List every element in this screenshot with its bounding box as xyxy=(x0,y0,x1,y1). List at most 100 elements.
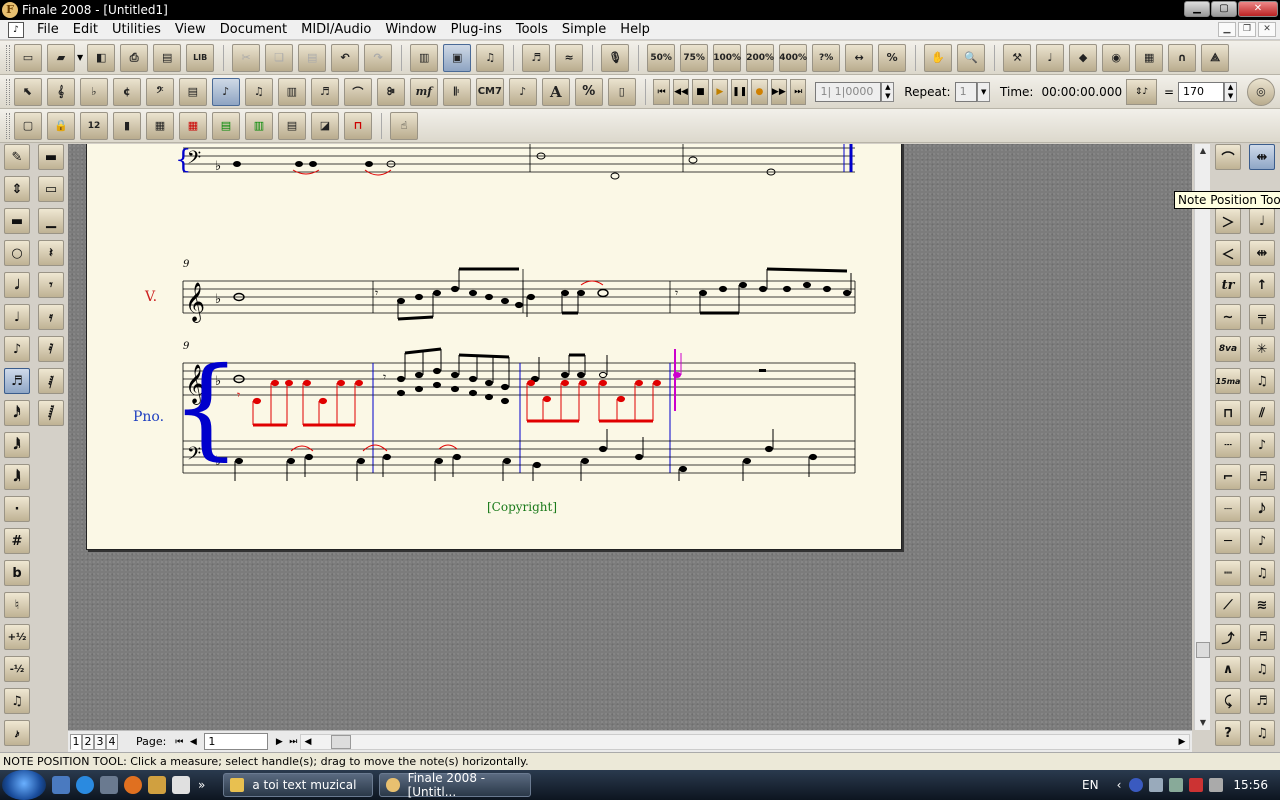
power-icon[interactable] xyxy=(1169,778,1184,792)
metronome-icon[interactable]: ⟁ xyxy=(1201,43,1230,72)
rewind-icon[interactable]: ◀◀ xyxy=(672,78,690,105)
repeat-dropdown-icon[interactable]: ▼ xyxy=(977,81,991,102)
measure-bracket-icon[interactable]: ⊓ xyxy=(344,111,372,140)
copy-icon[interactable]: ❏ xyxy=(265,43,294,72)
toolbar-grip[interactable] xyxy=(6,44,10,71)
menu-help[interactable]: Help xyxy=(613,22,657,37)
show-desktop-icon[interactable] xyxy=(52,776,70,794)
glissando-icon[interactable]: ⟋ xyxy=(1215,592,1241,618)
articulation-tool-icon[interactable]: ꔭ xyxy=(376,77,405,106)
sixty-fourth-rest-icon[interactable]: 𝅁 xyxy=(38,368,64,394)
forward-end-icon[interactable]: ⏭ xyxy=(790,78,807,105)
scroll-up-icon[interactable]: ▲ xyxy=(1195,144,1211,158)
fit-width-icon[interactable]: ↔ xyxy=(845,43,874,72)
open-dropdown-icon[interactable]: ▼ xyxy=(77,53,83,62)
finale-quicklaunch-icon[interactable] xyxy=(148,776,166,794)
text-tool-button[interactable]: A xyxy=(541,77,570,106)
play-icon[interactable]: ▶ xyxy=(711,78,729,105)
page-view-icon[interactable]: ▣ xyxy=(443,43,472,72)
menu-document[interactable]: Document xyxy=(213,22,294,37)
taskbar-folder-item[interactable]: a toi text muzical xyxy=(223,773,374,797)
note-position-tool-icon[interactable]: ⇹ xyxy=(1249,144,1275,170)
staff-grid-icon[interactable]: ▦ xyxy=(1135,43,1164,72)
piano-staff-label[interactable]: Pno. xyxy=(133,409,164,425)
half-rest-icon[interactable]: ▭ xyxy=(38,176,64,202)
zoom-400-button[interactable]: 400% xyxy=(779,43,808,72)
grid-icon[interactable]: ▦ xyxy=(146,111,174,140)
taskbar-finale-item[interactable]: Finale 2008 - [Untitl... xyxy=(379,771,532,799)
microphone-icon[interactable]: 🎙 xyxy=(601,43,630,72)
counter-spinner[interactable]: ▲ ▼ xyxy=(881,81,895,102)
red-grid-icon[interactable]: ▦ xyxy=(179,111,207,140)
eighth-rest-icon[interactable]: 𝄾 xyxy=(38,272,64,298)
firefox-icon[interactable] xyxy=(124,776,142,794)
zoom-50-button[interactable]: 50% xyxy=(647,43,676,72)
menu-view[interactable]: View xyxy=(168,22,213,37)
studio-view-icon[interactable]: ♫ xyxy=(476,43,505,72)
whole-note-icon[interactable]: ○ xyxy=(4,240,30,266)
dashed-line-icon[interactable]: ┈ xyxy=(1215,496,1241,522)
horizontal-scroll-thumb[interactable] xyxy=(331,735,351,749)
tempo-input[interactable]: 170 xyxy=(1178,81,1225,102)
display-icon[interactable] xyxy=(1209,778,1224,792)
bend-hat-icon[interactable]: ⤴ xyxy=(1215,624,1241,650)
natural-button[interactable]: ♮ xyxy=(4,592,30,618)
next-page-icon[interactable]: ▶ xyxy=(272,734,286,750)
new-document-icon[interactable]: ▭ xyxy=(14,43,42,72)
sixteenth-rest-icon[interactable]: 𝄿 xyxy=(38,304,64,330)
accidental-mover-icon[interactable]: ♩ xyxy=(1249,208,1275,234)
close-button[interactable]: ✕ xyxy=(1238,1,1278,17)
maximize-button[interactable]: ▢ xyxy=(1211,1,1237,17)
tempo-spinner[interactable]: ▲ ▼ xyxy=(1224,81,1237,102)
staff-tool-icon[interactable]: 𝄞 xyxy=(46,77,75,106)
sixty-fourth-note-icon[interactable]: 𝅘𝅥𝅱 xyxy=(4,432,30,458)
chord-tool-button[interactable]: CM7 xyxy=(475,77,504,106)
ottava-button[interactable]: 8va xyxy=(1215,336,1241,362)
menu-tools[interactable]: Tools xyxy=(509,22,555,37)
dotted-line-icon[interactable]: ┉ xyxy=(1215,560,1241,586)
scroll-left-icon[interactable]: ◀ xyxy=(301,735,315,749)
staff-numbers-button[interactable]: 12 xyxy=(80,111,108,140)
beam-stem-icon[interactable]: ♬ xyxy=(1249,464,1275,490)
quarter-rest-icon-a[interactable]: ▁ xyxy=(38,208,64,234)
zoom-100-button[interactable]: 100% xyxy=(713,43,742,72)
resize-tool-button[interactable]: % xyxy=(574,77,603,106)
horizontal-scrollbar[interactable]: ◀ ▶ xyxy=(300,734,1190,750)
vertical-scroll-thumb[interactable] xyxy=(1196,642,1210,658)
language-indicator[interactable]: EN xyxy=(1082,778,1099,792)
menu-plug-ins[interactable]: Plug-ins xyxy=(444,22,509,37)
sixteenth-note-icon[interactable]: ♬ xyxy=(4,368,30,394)
repeat-select[interactable]: 1 xyxy=(954,81,978,102)
page-tab-3[interactable]: 3 xyxy=(94,733,106,750)
page-tab-1[interactable]: 1 xyxy=(70,733,82,750)
selection-tool-icon[interactable]: ⬉ xyxy=(13,77,42,106)
slur-icon[interactable]: ⌒ xyxy=(1215,144,1241,170)
doc-minimize-button[interactable]: ▁ xyxy=(1218,22,1236,37)
bracket-icon[interactable]: ⊓ xyxy=(1215,400,1241,426)
notepad-icon[interactable] xyxy=(172,776,190,794)
clock[interactable]: 15:56 xyxy=(1233,778,1268,792)
whole-rest-icon[interactable]: ▬ xyxy=(38,144,64,170)
redo-icon[interactable]: ↷ xyxy=(364,43,393,72)
beam-angle-icon[interactable]: ♫ xyxy=(1249,368,1275,394)
green-layout-icon[interactable]: ▤ xyxy=(212,111,240,140)
hand-grabber-icon[interactable]: ✋ xyxy=(924,43,953,72)
beam-extension-icon[interactable]: ⫽ xyxy=(1249,400,1275,426)
network-icon[interactable] xyxy=(1149,778,1164,792)
lower-half-step-button[interactable]: -½ xyxy=(4,656,30,682)
dot-icon[interactable]: · xyxy=(4,496,30,522)
hand-pointer-icon[interactable]: ☝ xyxy=(390,111,418,140)
measure-tool-icon[interactable]: ▤ xyxy=(178,77,207,106)
ledger-line-icon[interactable]: ≋ xyxy=(1249,592,1275,618)
document-icon[interactable]: ♪ xyxy=(8,21,24,38)
page-number-input[interactable]: 1 xyxy=(204,733,269,750)
note-mover-icon[interactable]: ♩ xyxy=(1036,43,1065,72)
raise-half-step-button[interactable]: +½ xyxy=(4,624,30,650)
speedy-entry-tool-icon[interactable]: ♫ xyxy=(244,77,273,106)
prev-page-icon[interactable]: ◀ xyxy=(186,734,200,750)
zoom-percent-icon[interactable]: % xyxy=(878,43,907,72)
key-signature-tool-icon[interactable]: ♭ xyxy=(79,77,108,106)
violin-staff[interactable]: 𝄞 ♭ 𝄾 𝄾 xyxy=(182,267,856,323)
zoom-75-button[interactable]: 75% xyxy=(680,43,709,72)
scroll-view-icon[interactable]: ▥ xyxy=(410,43,439,72)
